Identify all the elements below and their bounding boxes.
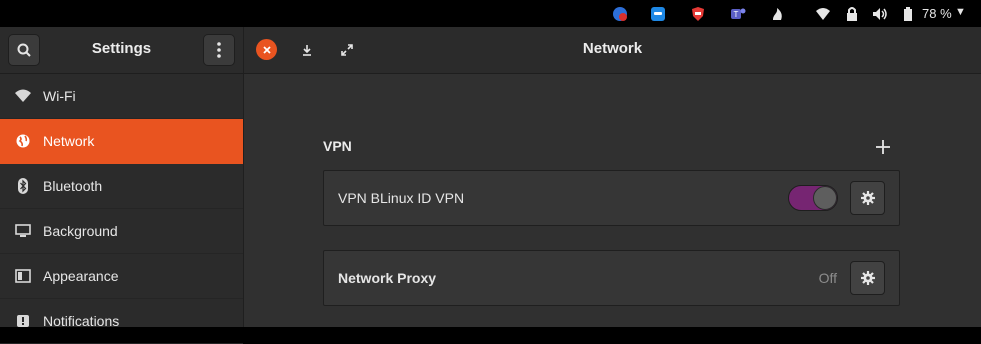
top-bar: T 78 % ▼ (0, 0, 981, 28)
network-proxy-row: Network Proxy Off (323, 250, 900, 306)
main-menu-button[interactable] (203, 34, 235, 66)
page-title: Network (582, 40, 643, 57)
appearance-icon (15, 268, 31, 284)
vpn-app-icon[interactable] (612, 6, 628, 22)
bluetooth-icon (15, 178, 31, 194)
network-proxy-settings-button[interactable] (850, 261, 885, 295)
system-menu-chevron-down-icon[interactable]: ▼ (955, 6, 966, 18)
vpn-toggle-switch[interactable] (788, 185, 838, 211)
settings-window: Settings Network Wi-Fi Network Bluetooth… (0, 27, 981, 344)
gear-icon (860, 191, 875, 205)
battery-icon[interactable] (900, 6, 916, 22)
add-vpn-button[interactable] (872, 136, 894, 158)
svg-text:T: T (734, 10, 739, 19)
wifi-icon (15, 88, 31, 104)
vpn-section-heading: VPN (323, 138, 352, 154)
sidebar-item-appearance[interactable]: Appearance (0, 254, 243, 299)
volume-icon[interactable] (872, 6, 888, 22)
kebab-menu-icon (217, 42, 221, 58)
flame-app-icon[interactable] (770, 6, 786, 22)
network-proxy-status: Off (818, 270, 837, 286)
sidebar-item-bluetooth[interactable]: Bluetooth (0, 164, 243, 209)
toggle-knob (813, 186, 837, 210)
sidebar-item-notifications[interactable]: Notifications (0, 299, 243, 344)
display-icon (15, 223, 31, 239)
sidebar-item-wifi[interactable]: Wi-Fi (0, 74, 243, 119)
header-bar: Settings Network (0, 27, 981, 74)
network-panel: VPN VPN BLinux ID VPN Network Proxy Off (244, 74, 981, 327)
globe-icon (15, 133, 31, 149)
chat-app-icon[interactable] (650, 6, 666, 22)
sidebar-item-network[interactable]: Network (0, 119, 243, 164)
vpn-connection-row: VPN BLinux ID VPN (323, 170, 900, 226)
gear-icon (860, 271, 875, 285)
sidebar: Wi-Fi Network Bluetooth Background Appea… (0, 74, 244, 344)
sidebar-item-background[interactable]: Background (0, 209, 243, 254)
sidebar-item-label: Appearance (43, 268, 119, 284)
teams-app-icon[interactable]: T (730, 6, 746, 22)
sidebar-item-label: Wi-Fi (43, 88, 76, 104)
battery-percentage[interactable]: 78 % (922, 6, 952, 21)
vpn-settings-button[interactable] (850, 181, 885, 215)
sidebar-item-label: Network (43, 133, 95, 149)
network-proxy-label: Network Proxy (338, 270, 437, 286)
wifi-icon[interactable] (815, 6, 831, 22)
sidebar-item-label: Bluetooth (43, 178, 103, 194)
sidebar-header: Settings (0, 27, 244, 73)
lock-icon[interactable] (844, 6, 860, 22)
vpn-connection-name: VPN BLinux ID VPN (338, 190, 465, 206)
sidebar-item-label: Background (43, 223, 118, 239)
shield-app-icon[interactable] (690, 6, 706, 22)
plus-icon (876, 140, 890, 154)
